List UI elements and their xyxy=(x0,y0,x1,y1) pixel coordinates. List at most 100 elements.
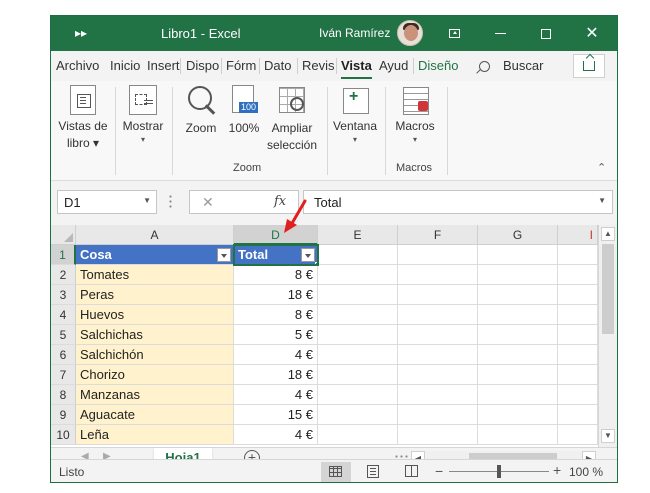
cell-empty[interactable] xyxy=(318,425,398,445)
show-button[interactable]: Mostrar ▾ xyxy=(119,85,167,145)
column-header-g[interactable]: G xyxy=(478,225,558,245)
drag-handle-icon[interactable] xyxy=(169,194,172,208)
cell-empty[interactable] xyxy=(478,305,558,325)
row-header[interactable]: 7 xyxy=(51,365,76,385)
cell-empty[interactable] xyxy=(558,425,598,445)
cell-empty[interactable] xyxy=(398,345,478,365)
zoom-slider-thumb[interactable] xyxy=(497,465,501,478)
row-header[interactable]: 9 xyxy=(51,405,76,425)
row-header[interactable]: 5 xyxy=(51,325,76,345)
cell-empty[interactable] xyxy=(558,365,598,385)
zoom-to-selection-button[interactable]: Ampliar selección xyxy=(264,85,320,154)
cell-empty[interactable] xyxy=(318,325,398,345)
cell-item-name[interactable]: Tomates xyxy=(76,265,234,285)
cell-empty[interactable] xyxy=(478,405,558,425)
workbook-views-button[interactable]: Vistas de libro ▾ xyxy=(57,85,109,152)
user-name[interactable]: Iván Ramírez xyxy=(319,26,390,40)
cell-item-name[interactable]: Salchichas xyxy=(76,325,234,345)
cell-empty[interactable] xyxy=(558,405,598,425)
cell-empty[interactable] xyxy=(558,285,598,305)
collapse-ribbon-icon[interactable]: ⌃ xyxy=(597,161,606,174)
row-header[interactable]: 3 xyxy=(51,285,76,305)
filter-dropdown-icon[interactable] xyxy=(301,248,315,262)
cell-total-value[interactable]: 4 € xyxy=(234,385,318,405)
cell-empty[interactable] xyxy=(398,385,478,405)
share-button[interactable] xyxy=(573,54,605,78)
table-header-cosa[interactable]: Cosa xyxy=(76,245,234,265)
row-header[interactable]: 6 xyxy=(51,345,76,365)
row-header[interactable]: 1 xyxy=(51,245,76,265)
fill-handle[interactable] xyxy=(315,262,317,264)
cell-item-name[interactable]: Leña xyxy=(76,425,234,445)
name-box[interactable]: D1 ▼ xyxy=(57,190,157,214)
macros-button[interactable]: Macros ▾ xyxy=(389,85,441,145)
cell-total-value[interactable]: 18 € xyxy=(234,285,318,305)
cell-item-name[interactable]: Chorizo xyxy=(76,365,234,385)
cell-empty[interactable] xyxy=(478,345,558,365)
cell-total-value[interactable]: 8 € xyxy=(234,265,318,285)
cell-total-value[interactable]: 18 € xyxy=(234,365,318,385)
cancel-icon[interactable]: ✕ xyxy=(202,194,214,211)
column-header-a[interactable]: A xyxy=(76,225,234,245)
cell-item-name[interactable]: Aguacate xyxy=(76,405,234,425)
table-header-total[interactable]: Total xyxy=(233,244,319,266)
scroll-thumb[interactable] xyxy=(602,244,614,334)
cell-empty[interactable] xyxy=(558,305,598,325)
select-all-button[interactable] xyxy=(51,225,76,245)
cell-empty[interactable] xyxy=(398,365,478,385)
zoom-100-button[interactable]: 100 100% xyxy=(225,85,263,137)
column-header-i[interactable]: I xyxy=(558,225,598,245)
cell-empty[interactable] xyxy=(478,265,558,285)
zoom-level[interactable]: 100 % xyxy=(569,465,603,479)
user-avatar[interactable] xyxy=(397,20,423,46)
cell-empty[interactable] xyxy=(478,245,558,265)
search-icon[interactable] xyxy=(479,61,490,72)
page-layout-button[interactable] xyxy=(359,462,389,482)
formula-input[interactable]: Total ▼ xyxy=(303,190,613,214)
minimize-button[interactable] xyxy=(477,16,523,51)
worksheet-grid[interactable]: A D E F G I 1 Cosa Total 2 Tomates 8 €3 Peras 1… xyxy=(51,225,617,447)
cell-item-name[interactable]: Salchichón xyxy=(76,345,234,365)
close-button[interactable]: ✕ xyxy=(569,16,615,51)
cell-empty[interactable] xyxy=(318,285,398,305)
window-button[interactable]: Ventana ▾ xyxy=(331,85,379,145)
cell-empty[interactable] xyxy=(318,385,398,405)
tab-ayuda[interactable]: Ayud xyxy=(379,58,408,73)
row-header[interactable]: 2 xyxy=(51,265,76,285)
cell-empty[interactable] xyxy=(318,245,398,265)
cell-empty[interactable] xyxy=(558,245,598,265)
cell-item-name[interactable]: Huevos xyxy=(76,305,234,325)
zoom-out-button[interactable]: − xyxy=(435,463,443,479)
cell-total-value[interactable]: 8 € xyxy=(234,305,318,325)
cell-empty[interactable] xyxy=(558,265,598,285)
cell-empty[interactable] xyxy=(318,345,398,365)
cell-empty[interactable] xyxy=(318,405,398,425)
cell-empty[interactable] xyxy=(478,325,558,345)
cell-total-value[interactable]: 5 € xyxy=(234,325,318,345)
cell-empty[interactable] xyxy=(478,425,558,445)
expand-formula-icon[interactable]: ▼ xyxy=(598,196,606,205)
cell-empty[interactable] xyxy=(558,325,598,345)
column-header-e[interactable]: E xyxy=(318,225,398,245)
cell-empty[interactable] xyxy=(318,305,398,325)
cell-total-value[interactable]: 4 € xyxy=(234,425,318,445)
tab-insertar[interactable]: Insert xyxy=(147,58,180,73)
ribbon-display-options-button[interactable] xyxy=(431,16,477,51)
cell-item-name[interactable]: Manzanas xyxy=(76,385,234,405)
cell-empty[interactable] xyxy=(478,285,558,305)
row-header[interactable]: 10 xyxy=(51,425,76,445)
search-box[interactable]: Buscar xyxy=(503,58,543,73)
cell-empty[interactable] xyxy=(318,265,398,285)
tab-disposicion[interactable]: Dispo xyxy=(186,58,219,73)
cell-empty[interactable] xyxy=(558,385,598,405)
cell-empty[interactable] xyxy=(558,345,598,365)
tab-revisar[interactable]: Revis xyxy=(302,58,335,73)
zoom-button[interactable]: Zoom xyxy=(181,85,221,137)
row-header[interactable]: 4 xyxy=(51,305,76,325)
filter-dropdown-icon[interactable] xyxy=(217,248,231,262)
cell-empty[interactable] xyxy=(398,265,478,285)
normal-view-button[interactable] xyxy=(321,462,351,482)
cell-empty[interactable] xyxy=(398,245,478,265)
tab-archivo[interactable]: Archivo xyxy=(56,58,99,73)
cell-empty[interactable] xyxy=(478,365,558,385)
